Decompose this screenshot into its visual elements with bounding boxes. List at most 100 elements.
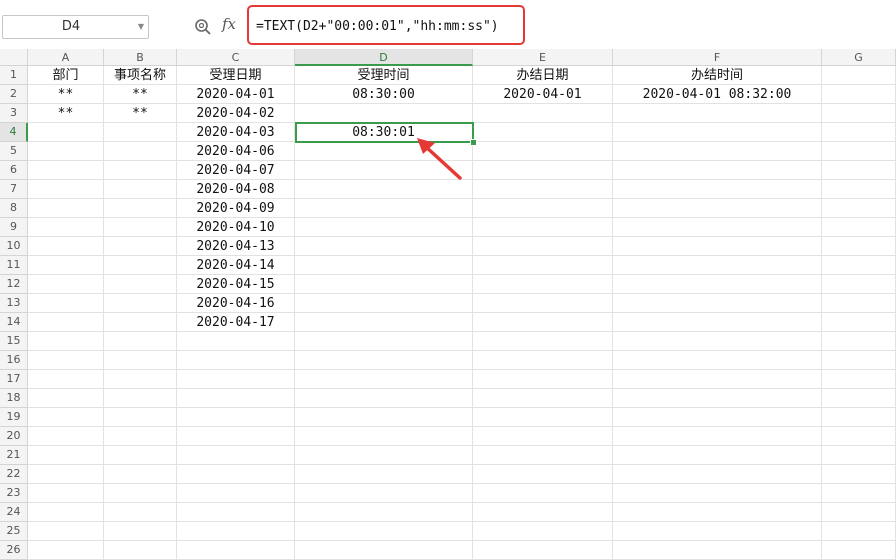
row-header-25[interactable]: 25 <box>0 522 28 541</box>
cell-B24[interactable] <box>104 503 177 522</box>
cell-C18[interactable] <box>177 389 295 408</box>
cell-B9[interactable] <box>104 218 177 237</box>
zoom-formula-icon[interactable] <box>194 18 212 36</box>
cell-C12[interactable]: 2020-04-15 <box>177 275 295 294</box>
cell-E19[interactable] <box>473 408 613 427</box>
cell-D23[interactable] <box>295 484 473 503</box>
cell-C21[interactable] <box>177 446 295 465</box>
cell-B10[interactable] <box>104 237 177 256</box>
cell-E12[interactable] <box>473 275 613 294</box>
cell-G3[interactable] <box>822 104 896 123</box>
cell-E13[interactable] <box>473 294 613 313</box>
cell-F21[interactable] <box>613 446 822 465</box>
cell-A9[interactable] <box>28 218 104 237</box>
cell-E26[interactable] <box>473 541 613 560</box>
cell-D15[interactable] <box>295 332 473 351</box>
cell-E25[interactable] <box>473 522 613 541</box>
cell-A8[interactable] <box>28 199 104 218</box>
row-header-5[interactable]: 5 <box>0 142 28 161</box>
cell-E1[interactable]: 办结日期 <box>473 66 613 85</box>
cell-D3[interactable] <box>295 104 473 123</box>
cell-G12[interactable] <box>822 275 896 294</box>
cell-E3[interactable] <box>473 104 613 123</box>
chevron-down-icon[interactable]: ▼ <box>138 16 144 38</box>
cell-G25[interactable] <box>822 522 896 541</box>
cell-C16[interactable] <box>177 351 295 370</box>
cell-E5[interactable] <box>473 142 613 161</box>
row-header-1[interactable]: 1 <box>0 66 28 85</box>
cell-C13[interactable]: 2020-04-16 <box>177 294 295 313</box>
cell-A20[interactable] <box>28 427 104 446</box>
cell-C7[interactable]: 2020-04-08 <box>177 180 295 199</box>
row-header-24[interactable]: 24 <box>0 503 28 522</box>
cell-A2[interactable]: ** <box>28 85 104 104</box>
cell-A12[interactable] <box>28 275 104 294</box>
cell-G8[interactable] <box>822 199 896 218</box>
cell-F10[interactable] <box>613 237 822 256</box>
cell-C19[interactable] <box>177 408 295 427</box>
cell-A26[interactable] <box>28 541 104 560</box>
cell-D21[interactable] <box>295 446 473 465</box>
row-header-12[interactable]: 12 <box>0 275 28 294</box>
cell-F4[interactable] <box>613 123 822 142</box>
cell-D17[interactable] <box>295 370 473 389</box>
cell-F1[interactable]: 办结时间 <box>613 66 822 85</box>
row-header-17[interactable]: 17 <box>0 370 28 389</box>
cell-A22[interactable] <box>28 465 104 484</box>
cell-C4[interactable]: 2020-04-03 <box>177 123 295 142</box>
cell-E20[interactable] <box>473 427 613 446</box>
cell-D25[interactable] <box>295 522 473 541</box>
cell-C25[interactable] <box>177 522 295 541</box>
cell-E21[interactable] <box>473 446 613 465</box>
cell-F5[interactable] <box>613 142 822 161</box>
cell-B20[interactable] <box>104 427 177 446</box>
cell-A7[interactable] <box>28 180 104 199</box>
name-box[interactable]: D4 ▼ <box>2 15 149 39</box>
cell-F18[interactable] <box>613 389 822 408</box>
cell-G17[interactable] <box>822 370 896 389</box>
cell-C9[interactable]: 2020-04-10 <box>177 218 295 237</box>
row-header-16[interactable]: 16 <box>0 351 28 370</box>
cell-B12[interactable] <box>104 275 177 294</box>
cell-D12[interactable] <box>295 275 473 294</box>
fill-handle[interactable] <box>470 139 477 146</box>
cell-C1[interactable]: 受理日期 <box>177 66 295 85</box>
cell-G1[interactable] <box>822 66 896 85</box>
cell-E11[interactable] <box>473 256 613 275</box>
cell-B2[interactable]: ** <box>104 85 177 104</box>
cell-E4[interactable] <box>473 123 613 142</box>
cell-F12[interactable] <box>613 275 822 294</box>
cell-C20[interactable] <box>177 427 295 446</box>
cell-B13[interactable] <box>104 294 177 313</box>
cell-D22[interactable] <box>295 465 473 484</box>
row-header-23[interactable]: 23 <box>0 484 28 503</box>
cell-F11[interactable] <box>613 256 822 275</box>
cell-D14[interactable] <box>295 313 473 332</box>
cell-E18[interactable] <box>473 389 613 408</box>
cell-B7[interactable] <box>104 180 177 199</box>
cell-C11[interactable]: 2020-04-14 <box>177 256 295 275</box>
cell-D7[interactable] <box>295 180 473 199</box>
row-header-7[interactable]: 7 <box>0 180 28 199</box>
cell-G5[interactable] <box>822 142 896 161</box>
cell-E9[interactable] <box>473 218 613 237</box>
cell-F24[interactable] <box>613 503 822 522</box>
cell-A1[interactable]: 部门 <box>28 66 104 85</box>
cell-C8[interactable]: 2020-04-09 <box>177 199 295 218</box>
column-header-A[interactable]: A <box>28 49 104 66</box>
cell-E15[interactable] <box>473 332 613 351</box>
cell-A3[interactable]: ** <box>28 104 104 123</box>
column-header-E[interactable]: E <box>473 49 613 66</box>
cell-G9[interactable] <box>822 218 896 237</box>
cell-D19[interactable] <box>295 408 473 427</box>
cell-B18[interactable] <box>104 389 177 408</box>
cell-G14[interactable] <box>822 313 896 332</box>
cell-D16[interactable] <box>295 351 473 370</box>
cell-G16[interactable] <box>822 351 896 370</box>
cell-A13[interactable] <box>28 294 104 313</box>
cell-B6[interactable] <box>104 161 177 180</box>
cell-G6[interactable] <box>822 161 896 180</box>
cell-F15[interactable] <box>613 332 822 351</box>
cell-E24[interactable] <box>473 503 613 522</box>
row-header-21[interactable]: 21 <box>0 446 28 465</box>
